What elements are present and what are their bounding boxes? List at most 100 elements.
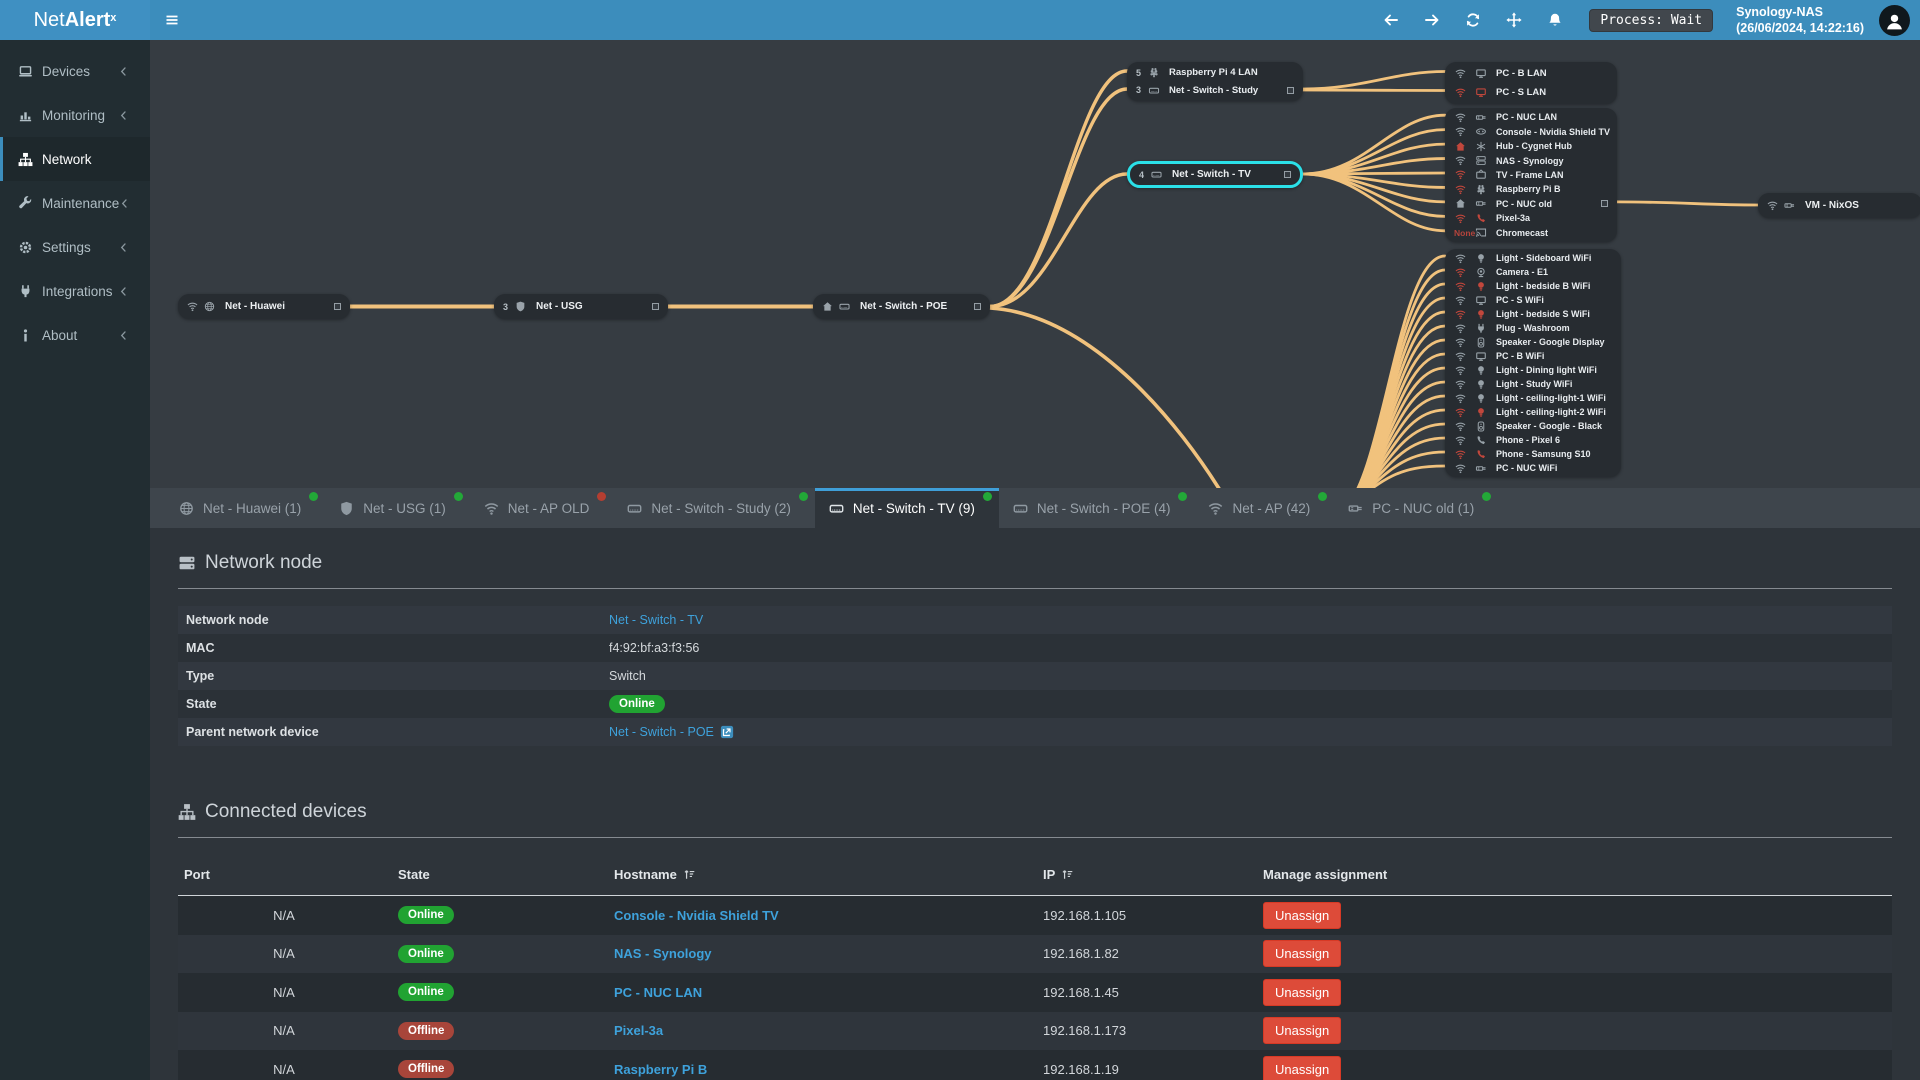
device-node-pc-s-wifi[interactable]: PC - S WiFi	[1454, 293, 1612, 307]
sidebar-item-network[interactable]: Network	[0, 137, 150, 181]
device-label: PC - NUC old	[1496, 198, 1552, 209]
nav-notifications-button[interactable]	[1542, 0, 1568, 40]
network-node-vm-nixos[interactable]: VM - NixOS	[1758, 193, 1920, 218]
unassign-button[interactable]: Unassign	[1263, 1055, 1342, 1080]
state-badge: Online	[398, 906, 454, 925]
collapse-handle[interactable]	[334, 303, 341, 310]
device-node-raspberry-pi-4-lan[interactable]: 5 Raspberry Pi 4 LAN	[1136, 64, 1294, 82]
sidebar-item-integrations[interactable]: Integrations	[0, 269, 150, 313]
device-node-light-bedside-s-wifi[interactable]: Light - bedside S WiFi	[1454, 307, 1612, 321]
device-node-net-switch-study[interactable]: 3 Net - Switch - Study	[1136, 82, 1294, 100]
ip-cell: 192.168.1.82	[1043, 946, 1119, 962]
shield-icon	[341, 501, 353, 515]
nav-refresh-button[interactable]	[1460, 0, 1486, 40]
unassign-button[interactable]: Unassign	[1263, 978, 1342, 1006]
move-icon	[1506, 12, 1522, 28]
device-node-chromecast[interactable]: None Chromecast	[1454, 226, 1608, 240]
sidebar-item-maintenance[interactable]: Maintenance	[0, 181, 150, 225]
tab-net-huawei-1[interactable]: Net - Huawei (1)	[165, 488, 325, 528]
wifi-icon	[1455, 282, 1466, 291]
main-area: Net - Huawei 3 Net - USG Net - Switch - POE…	[150, 40, 1920, 1080]
device-node-pc-nuc-wifi[interactable]: PC - NUC WiFi	[1454, 461, 1612, 475]
column-header-hostname[interactable]: Hostname	[606, 867, 1035, 882]
info-link-net-switch-poe[interactable]: Net - Switch - POE	[609, 725, 714, 739]
device-node-light-ceiling-light-1-wifi[interactable]: Light - ceiling-light-1 WiFi	[1454, 391, 1612, 405]
hostname-link[interactable]: NAS - Synology	[614, 946, 712, 961]
sidebar-item-about[interactable]: About	[0, 313, 150, 357]
sidebar-toggle-button[interactable]	[150, 0, 194, 40]
device-node-speaker-google-display[interactable]: Speaker - Google Display	[1454, 335, 1612, 349]
collapse-handle[interactable]	[1284, 171, 1291, 178]
device-node-console-nvidia-shield-tv[interactable]: Console - Nvidia Shield TV	[1454, 124, 1610, 138]
external-link-icon[interactable]	[720, 725, 734, 739]
device-node-light-bedside-b-wifi[interactable]: Light - bedside B WiFi	[1454, 279, 1612, 293]
device-node-light-dining-light-wifi[interactable]: Light - Dining light WiFi	[1454, 363, 1612, 377]
device-node-light-study-wifi[interactable]: Light - Study WiFi	[1454, 377, 1612, 391]
device-node-pc-nuc-old[interactable]: PC - NUC old	[1454, 197, 1608, 211]
tab-net-ap-old[interactable]: Net - AP OLD	[470, 488, 614, 528]
user-avatar[interactable]	[1879, 4, 1910, 36]
tab-net-switch-study-2[interactable]: Net - Switch - Study (2)	[613, 488, 815, 528]
state-badge: Offline	[398, 1021, 455, 1040]
tab-pc-nuc-old-1[interactable]: PC - NUC old (1)	[1334, 488, 1498, 528]
device-node-pc-b-wifi[interactable]: PC - B WiFi	[1454, 349, 1612, 363]
tab-net-ap-42[interactable]: Net - AP (42)	[1194, 488, 1334, 528]
device-node-pc-s-lan[interactable]: PC - S LAN	[1454, 83, 1608, 102]
device-node-camera-e1[interactable]: Camera - E1	[1454, 265, 1612, 279]
device-node-pc-b-lan[interactable]: PC - B LAN	[1454, 64, 1608, 83]
collapse-handle[interactable]	[1601, 200, 1608, 208]
device-node-nas-synology[interactable]: NAS - Synology	[1454, 153, 1608, 167]
device-node-light-ceiling-light-2-wifi[interactable]: Light - ceiling-light-2 WiFi	[1454, 405, 1612, 419]
hostname-link[interactable]: PC - NUC LAN	[614, 985, 702, 1000]
node-label: Net - Huawei	[225, 301, 286, 312]
collapse-handle[interactable]	[1287, 86, 1294, 94]
table-header-row: Port State Hostname IP Manage assignment	[178, 854, 1892, 896]
device-node-phone-pixel-6[interactable]: Phone - Pixel 6	[1454, 433, 1612, 447]
tab-net-switch-poe-4[interactable]: Net - Switch - POE (4)	[999, 488, 1195, 528]
network-node-net-switch-tv[interactable]: 4 Net - Switch - TV	[1127, 161, 1303, 188]
device-node-hub-cygnet-hub[interactable]: Hub - Cygnet Hub	[1454, 139, 1608, 153]
table-row-pc-nuc-lan: N/A Online PC - NUC LAN 192.168.1.45 Unassig…	[178, 973, 1892, 1012]
tab-net-switch-tv-9[interactable]: Net - Switch - TV (9)	[814, 488, 999, 528]
section-divider	[178, 837, 1892, 838]
port-number: 3	[503, 301, 509, 312]
unassign-button[interactable]: Unassign	[1263, 1017, 1342, 1045]
network-node-net-switch-poe[interactable]: Net - Switch - POE	[813, 294, 990, 319]
tab-net-usg-1[interactable]: Net - USG (1)	[325, 488, 470, 528]
switch-icon	[627, 504, 642, 513]
device-node-raspberry-pi-b[interactable]: Raspberry Pi B	[1454, 182, 1608, 196]
hostname-link[interactable]: Console - Nvidia Shield TV	[614, 908, 779, 923]
device-node-speaker-google-black[interactable]: Speaker - Google - Black	[1454, 419, 1612, 433]
nav-forward-button[interactable]	[1419, 0, 1445, 40]
hostname-link[interactable]: Pixel-3a	[614, 1023, 663, 1038]
unassign-button[interactable]: Unassign	[1263, 901, 1342, 929]
sidebar-item-settings[interactable]: Settings	[0, 225, 150, 269]
hostname-link[interactable]: Raspberry Pi B	[614, 1062, 707, 1077]
plug-icon	[21, 284, 30, 297]
device-node-tv-frame-lan[interactable]: TV - Frame LAN	[1454, 168, 1608, 182]
info-link-net-switch-tv[interactable]: Net - Switch - TV	[609, 613, 703, 627]
collapse-handle[interactable]	[652, 303, 659, 310]
user-icon	[1887, 14, 1902, 30]
raspberry-icon	[1150, 68, 1158, 78]
sidebar-item-monitoring[interactable]: Monitoring	[0, 93, 150, 137]
chevron-left-icon	[120, 110, 126, 120]
network-node-net-huawei[interactable]: Net - Huawei	[178, 294, 350, 319]
house-icon	[1456, 199, 1465, 208]
sidebar-item-label: Devices	[42, 63, 91, 79]
network-node-net-usg[interactable]: 3 Net - USG	[494, 294, 668, 319]
device-label: PC - S WiFi	[1496, 295, 1544, 305]
column-header-ip[interactable]: IP	[1035, 867, 1255, 882]
sidebar-item-devices[interactable]: Devices	[0, 49, 150, 93]
collapse-handle[interactable]	[974, 303, 981, 310]
nav-back-button[interactable]	[1378, 0, 1404, 40]
device-node-phone-samsung-s10[interactable]: Phone - Samsung S10	[1454, 447, 1612, 461]
state-cell: Online	[390, 906, 606, 925]
device-node-plug-washroom[interactable]: Plug - Washroom	[1454, 321, 1612, 335]
app-logo[interactable]: Net Alert x	[0, 0, 150, 40]
nav-pan-button[interactable]	[1501, 0, 1527, 40]
device-node-light-sideboard-wifi[interactable]: Light - Sideboard WiFi	[1454, 251, 1612, 265]
device-node-pixel-3a[interactable]: Pixel-3a	[1454, 211, 1608, 225]
device-node-pc-nuc-lan[interactable]: PC - NUC LAN	[1454, 110, 1608, 124]
unassign-button[interactable]: Unassign	[1263, 940, 1342, 968]
